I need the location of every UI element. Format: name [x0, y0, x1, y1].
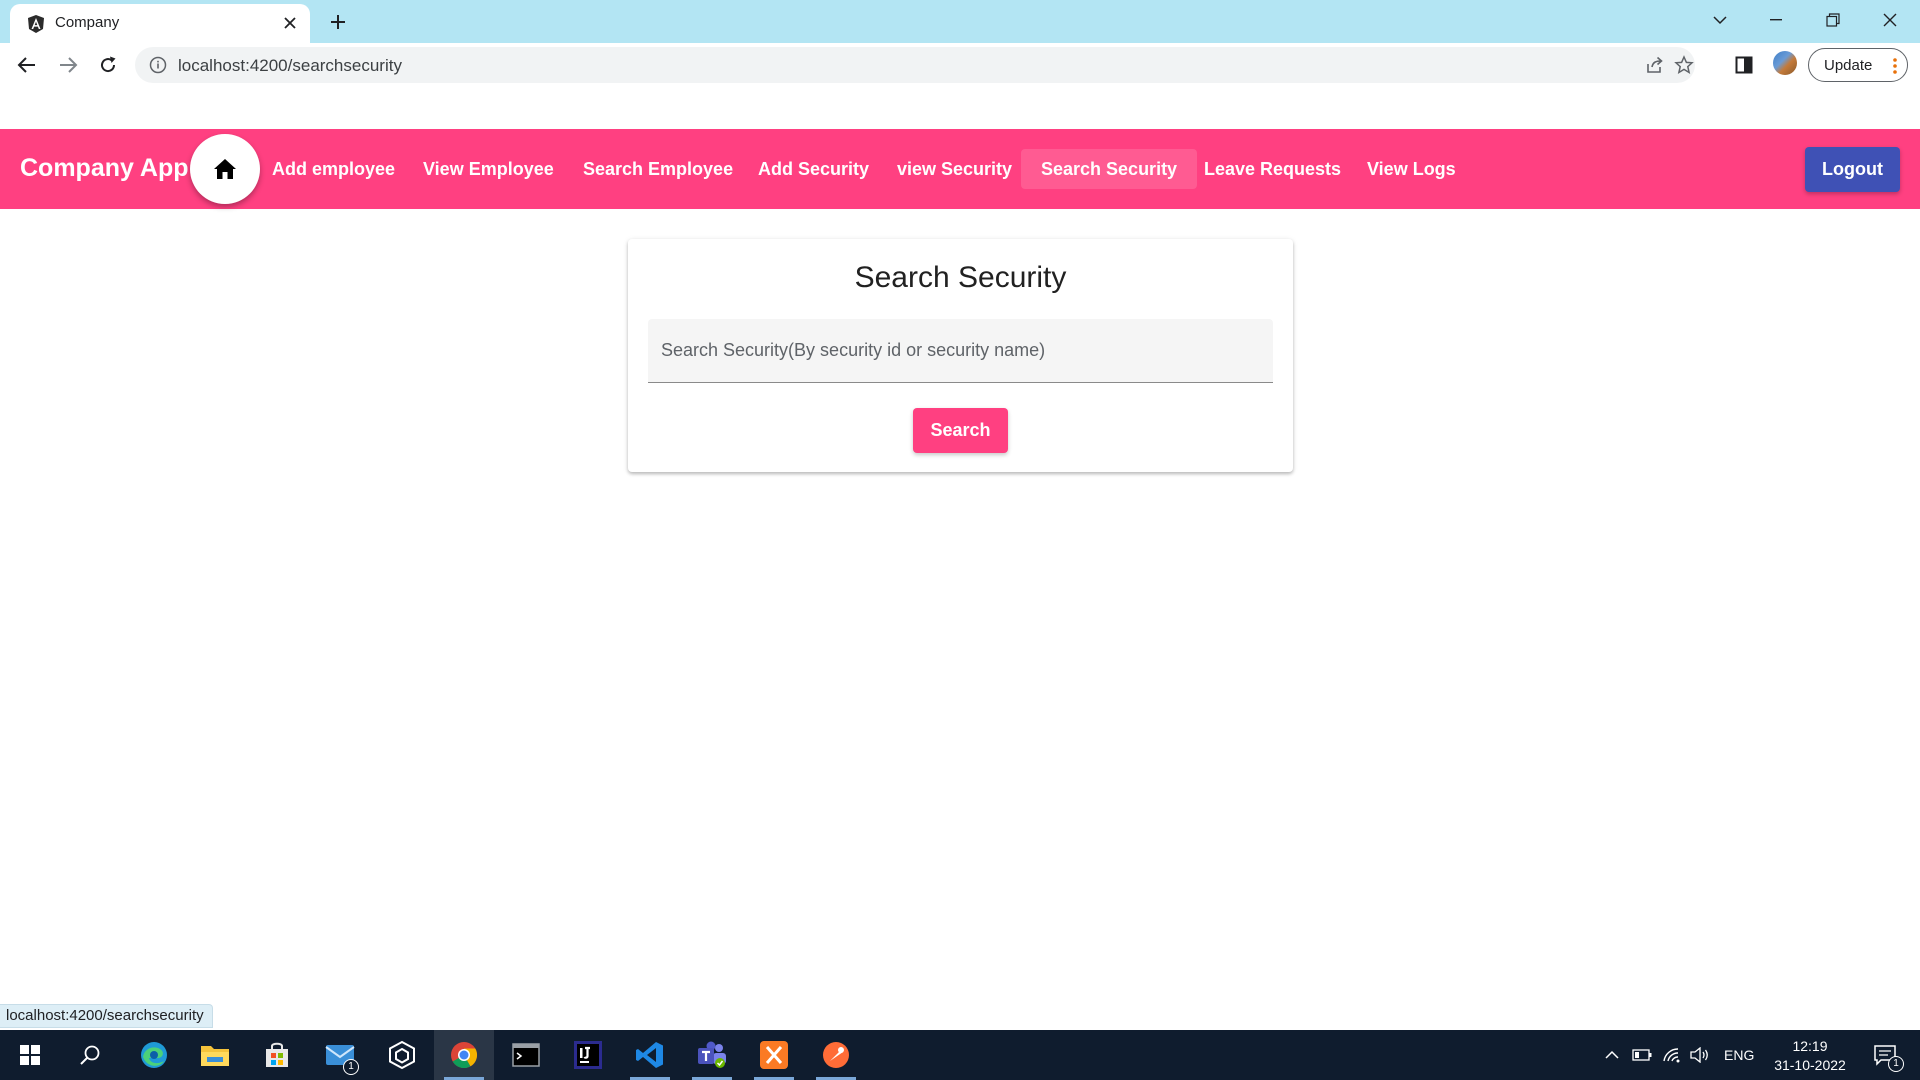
tab-search-chevron-icon[interactable] — [1700, 6, 1740, 34]
app-brand: Company App . — [20, 154, 203, 182]
microsoft-store-icon[interactable] — [247, 1030, 307, 1080]
search-icon[interactable] — [60, 1030, 120, 1080]
update-label: Update — [1824, 57, 1873, 74]
input-language[interactable]: ENG — [1724, 1047, 1754, 1063]
search-input[interactable] — [648, 319, 1273, 382]
windows-taskbar: 1 ENG 12:19 31-10-2022 1 — [0, 1030, 1920, 1080]
tab-title: Company — [55, 14, 120, 31]
nav-view-security[interactable]: view Security — [877, 149, 1032, 189]
menu-dots-icon[interactable] — [1892, 57, 1898, 75]
logout-button[interactable]: Logout — [1805, 147, 1900, 192]
nav-view-logs[interactable]: View Logs — [1347, 149, 1476, 189]
windows-start-icon[interactable] — [0, 1030, 60, 1080]
home-icon — [214, 159, 236, 179]
clock-date: 31-10-2022 — [1774, 1057, 1846, 1073]
notification-center-icon[interactable]: 1 — [1865, 1030, 1905, 1080]
browser-toolbar: localhost:4200/searchsecurity Update — [0, 43, 1920, 88]
file-explorer-icon[interactable] — [185, 1030, 245, 1080]
share-icon[interactable] — [1645, 55, 1665, 75]
battery-icon[interactable] — [1630, 1030, 1654, 1080]
page-title: Search Security — [854, 261, 1067, 294]
nav-leave-requests[interactable]: Leave Requests — [1184, 149, 1361, 189]
reload-icon[interactable] — [94, 51, 122, 79]
terminal-icon[interactable] — [496, 1030, 556, 1080]
address-url: localhost:4200/searchsecurity — [178, 56, 402, 75]
nav-search-employee[interactable]: Search Employee — [563, 149, 753, 189]
browser-tabstrip: Company — [0, 0, 1920, 43]
nav-view-employee[interactable]: View Employee — [403, 149, 574, 189]
side-panel-icon[interactable] — [1732, 53, 1756, 77]
nav-search-security[interactable]: Search Security — [1021, 149, 1198, 189]
back-arrow-icon[interactable] — [13, 51, 41, 79]
wifi-icon[interactable] — [1660, 1030, 1684, 1080]
app-navbar: Company App . Add employee View Employee… — [0, 129, 1920, 209]
update-button[interactable]: Update — [1808, 48, 1908, 82]
chrome-icon[interactable] — [434, 1030, 494, 1080]
mail-icon[interactable]: 1 — [310, 1030, 370, 1080]
forward-arrow-icon[interactable] — [54, 51, 82, 79]
home-button[interactable] — [190, 134, 260, 204]
teams-icon[interactable] — [682, 1030, 742, 1080]
intellij-icon[interactable] — [558, 1030, 618, 1080]
close-window-icon[interactable] — [1870, 6, 1910, 34]
new-tab-icon[interactable] — [326, 10, 350, 34]
profile-avatar[interactable] — [1773, 51, 1797, 75]
link-status-bubble: localhost:4200/searchsecurity — [0, 1004, 213, 1028]
show-hidden-icons-chevron-icon[interactable] — [1600, 1030, 1624, 1080]
vscode-icon[interactable] — [620, 1030, 680, 1080]
site-info-icon[interactable] — [149, 56, 167, 74]
clock-time: 12:19 — [1792, 1038, 1828, 1054]
edge-browser-icon[interactable] — [124, 1030, 184, 1080]
notification-badge: 1 — [1888, 1056, 1904, 1072]
search-button[interactable]: Search — [913, 408, 1008, 453]
system-clock[interactable]: 12:19 31-10-2022 — [1760, 1037, 1860, 1075]
volume-icon[interactable] — [1688, 1030, 1712, 1080]
search-field[interactable] — [648, 319, 1273, 383]
postman-icon[interactable] — [806, 1030, 866, 1080]
xampp-icon[interactable] — [744, 1030, 804, 1080]
browser-tab[interactable]: Company — [10, 4, 310, 43]
dev-tools-cube-icon[interactable] — [372, 1030, 432, 1080]
restore-icon[interactable] — [1813, 6, 1853, 34]
bookmark-star-icon[interactable] — [1674, 55, 1694, 75]
nav-add-employee[interactable]: Add employee — [252, 149, 415, 189]
angular-favicon-icon — [28, 15, 44, 33]
mail-badge: 1 — [343, 1059, 359, 1075]
search-security-card: Search Security Search — [628, 239, 1293, 472]
minimize-icon[interactable] — [1756, 6, 1796, 34]
nav-add-security[interactable]: Add Security — [738, 149, 889, 189]
address-bar[interactable]: localhost:4200/searchsecurity — [135, 47, 1695, 83]
close-tab-icon[interactable] — [280, 13, 300, 33]
